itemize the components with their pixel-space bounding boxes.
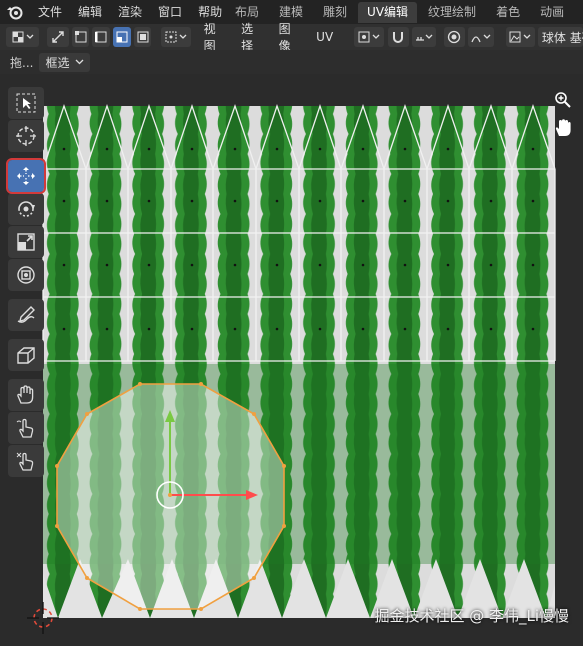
tool-transform[interactable] xyxy=(8,259,44,291)
snap-target-dropdown[interactable] xyxy=(412,27,436,47)
pivot-icon xyxy=(358,31,380,43)
pan-navigation-button[interactable] xyxy=(549,114,577,142)
watermark-text: 掘金技术社区 @ 李伟_Li慢慢 xyxy=(374,607,569,625)
face-mode-icon xyxy=(116,31,128,43)
menu-window[interactable]: 窗口 xyxy=(150,0,190,24)
menu-image[interactable]: 图像 xyxy=(272,20,310,54)
hand-icon xyxy=(555,119,571,136)
falloff-dropdown[interactable] xyxy=(468,27,494,47)
menu-view[interactable]: 视图 xyxy=(197,20,235,54)
menu-select[interactable]: 选择 xyxy=(234,20,272,54)
uv-editor-canvas[interactable]: 掘金技术社区 @ 李伟_Li慢慢 xyxy=(0,74,583,642)
select-vertex-button[interactable] xyxy=(71,27,90,47)
select-box-icon xyxy=(16,93,36,113)
select-edge-button[interactable] xyxy=(92,27,111,47)
editor-type-button[interactable] xyxy=(6,27,40,47)
snap-increment-icon xyxy=(415,34,433,41)
tool-select-box[interactable] xyxy=(8,87,44,119)
tool-grab[interactable] xyxy=(8,379,44,411)
tool-rotate[interactable] xyxy=(8,193,44,225)
sticky-select-icon xyxy=(165,31,187,43)
select-face-button[interactable] xyxy=(113,27,131,47)
menu-file[interactable]: 文件 xyxy=(30,0,70,24)
cursor-icon xyxy=(16,126,36,146)
blender-logo-icon[interactable] xyxy=(0,0,30,24)
checker-icon xyxy=(12,31,34,43)
tab-uv-editing[interactable]: UV编辑 xyxy=(358,2,418,23)
tool-relax[interactable] xyxy=(8,412,44,444)
proportional-edit-toggle[interactable] xyxy=(443,27,466,47)
image-browse-dropdown[interactable] xyxy=(505,27,535,47)
rip-region-icon xyxy=(17,347,35,364)
falloff-curve-icon xyxy=(471,34,491,43)
island-mode-icon xyxy=(137,31,148,43)
relax-hand-icon xyxy=(16,418,34,438)
menu-render[interactable]: 渲染 xyxy=(110,0,150,24)
uv-editor-header: 视图 选择 图像 UV 球体 基础 xyxy=(0,22,583,53)
image-icon xyxy=(509,31,531,43)
tab-sculpting[interactable]: 雕刻 xyxy=(314,2,356,23)
drag-label: 拖... xyxy=(10,55,34,70)
sticky-selection-dropdown[interactable] xyxy=(161,27,191,47)
zoom-navigation-button[interactable] xyxy=(549,86,577,114)
image-name-label: 球体 基础 xyxy=(541,30,583,45)
move-arrows-icon xyxy=(17,167,35,185)
tool-move[interactable] xyxy=(6,158,46,194)
select-mode-label: 框选 xyxy=(45,55,70,70)
tab-animation[interactable]: 动画 xyxy=(531,2,573,23)
tool-scale[interactable] xyxy=(8,226,44,258)
chevron-down-icon xyxy=(76,59,84,65)
vertex-mode-icon xyxy=(74,31,87,43)
pivot-point-dropdown[interactable] xyxy=(354,27,384,47)
menu-edit[interactable]: 编辑 xyxy=(70,0,110,24)
menu-uv[interactable]: UV xyxy=(309,30,340,44)
tab-shading[interactable]: 着色 xyxy=(487,2,529,23)
gizmo-center-dot xyxy=(168,493,172,497)
select-island-button[interactable] xyxy=(133,27,152,47)
annotate-pencil-icon xyxy=(17,306,35,323)
tab-texture-paint[interactable]: 纹理绘制 xyxy=(419,2,485,23)
tool-cursor[interactable] xyxy=(8,120,44,152)
transform-icon xyxy=(17,266,35,284)
pinch-hand-icon xyxy=(16,452,34,471)
tool-settings-bar: 拖... 框选 xyxy=(0,50,583,74)
select-mode-dropdown[interactable]: 框选 xyxy=(39,52,91,72)
zoom-icon xyxy=(555,92,571,108)
sync-arrows-icon xyxy=(52,31,64,43)
scale-icon xyxy=(17,233,35,251)
magnet-icon xyxy=(393,32,404,43)
image-name-field[interactable]: 球体 基础 xyxy=(537,27,583,47)
snap-toggle[interactable] xyxy=(387,27,410,47)
tool-pinch[interactable] xyxy=(8,445,44,477)
sync-selection-button[interactable] xyxy=(47,27,69,47)
tool-annotate[interactable] xyxy=(8,299,44,331)
proportional-edit-icon xyxy=(448,30,461,44)
edge-mode-icon xyxy=(95,31,107,43)
grab-hand-icon xyxy=(17,385,34,404)
uv-viewport-svg[interactable] xyxy=(0,74,583,642)
rotate-icon xyxy=(18,201,35,217)
tool-shelf xyxy=(6,86,46,478)
tool-rip-region[interactable] xyxy=(8,339,44,371)
